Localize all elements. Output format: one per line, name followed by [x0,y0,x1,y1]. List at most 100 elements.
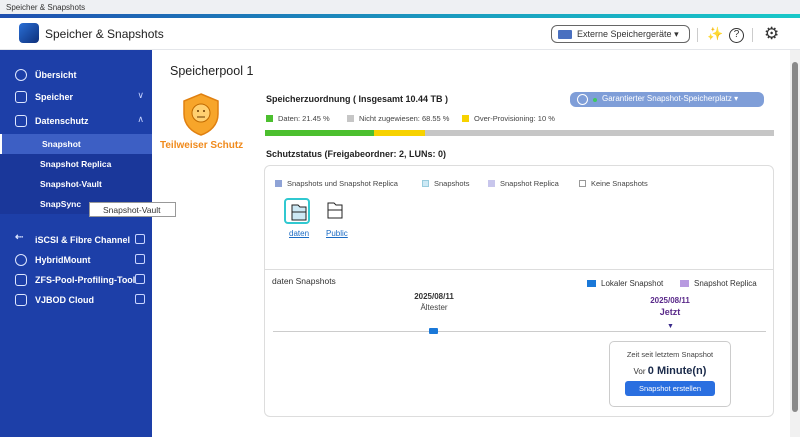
scrollbar-thumb[interactable] [792,62,798,412]
legend-unallocated: Nicht zugewiesen: 68.55 % [347,114,449,123]
legend-data: Daten: 21.45 % [266,114,330,123]
folder-link-daten[interactable]: daten [289,229,309,238]
sidebar: Übersicht Speicher ∨ Datenschutz ∧ Snapsho… [0,50,152,437]
scrollbar[interactable] [790,50,800,437]
allocation-bar [265,130,774,136]
popup-value: 0 Minute(n) [647,365,707,377]
sidebar-item-data-protection[interactable]: Datenschutz ∧ [0,111,152,131]
nav-label: VJBOD Cloud [35,295,95,305]
nav-label: Übersicht [35,70,77,80]
tooltip: Snapshot-Vault [89,202,176,217]
legend-label: Lokaler Snapshot [601,279,664,288]
legend-replica: Snapshot Replica [488,179,559,188]
sidebar-item-zfs-profiling[interactable]: ZFS-Pool-Profiling-Tool [0,270,152,290]
gear-icon[interactable]: ⚙ [764,24,779,44]
external-link-icon[interactable] [135,274,145,284]
nav-label: Datenschutz [35,116,89,126]
sidebar-subitem-snapshot-replica[interactable]: Snapshot Replica [0,154,152,174]
legend-snapshot-replica: Snapshot Replica [680,279,757,288]
oldest-label: Ältester [420,303,448,312]
folder-link-public[interactable]: Public [326,229,348,238]
cloud-icon [15,254,27,266]
window-titlebar: Speicher & Snapshots [0,0,800,14]
folder-icon [291,204,307,221]
now-marker: ▼ [667,323,674,330]
nav-label: HybridMount [35,255,91,265]
drive-icon [558,30,572,39]
bar-segment-overprovisioning [374,130,426,136]
now-label: Jetzt [659,307,681,317]
external-link-icon[interactable] [135,254,145,264]
last-snapshot-popup: Zeit seit letztem Snapshot Vor 0 Minute(… [609,341,731,407]
external-link-icon[interactable] [135,294,145,304]
status-dot [593,98,597,102]
sidebar-item-vjbod-cloud[interactable]: VJBOD Cloud [0,290,152,310]
sidebar-item-storage[interactable]: Speicher ∨ [0,87,152,107]
external-devices-dropdown[interactable]: Externe Speichergeräte ▾ [551,25,690,43]
app-icon [19,23,39,43]
legend-label: Keine Snapshots [591,179,648,188]
nav-label: Speicher [35,92,74,102]
nav-label: iSCSI & Fibre Channel [35,235,131,245]
folder-daten[interactable] [284,198,310,224]
wand-icon[interactable]: ✨ [707,26,723,42]
sidebar-item-hybridmount[interactable]: HybridMount [0,250,152,270]
database-icon [577,94,588,105]
plug-icon: ⇠ [15,232,24,243]
legend-overprovisioning: Over-Provisioning: 10 % [462,114,555,123]
tool-icon [15,274,27,286]
snapshot-marker[interactable] [429,328,438,334]
legend-label: Snapshot Replica [694,279,757,288]
help-icon[interactable]: ? [729,28,744,43]
snapshot-timeline [273,331,766,332]
camera-icon [15,115,27,127]
page-title: Speicherpool 1 [170,64,254,78]
legend-local-snapshot: Lokaler Snapshot [587,279,663,288]
sidebar-subitem-snapshot[interactable]: Snapshot [0,134,152,154]
database-icon [15,91,27,103]
sidebar-subitem-snapshot-vault[interactable]: Snapshot-Vault [0,174,152,194]
cloud-storage-icon [15,294,27,306]
sidebar-item-overview[interactable]: Übersicht [0,65,152,85]
legend-both: Snapshots und Snapshot Replica [275,179,398,188]
legend-snapshots: Snapshots [422,179,469,188]
snapshots-title: daten Snapshots [272,276,336,286]
shield-icon [183,93,219,136]
allocation-title: Speicherzuordnung ( Insgesamt 10.44 TB ) [266,94,449,104]
chevron-down-icon: ▾ [674,29,679,39]
legend-label: Nicht zugewiesen: 68.55 % [359,114,450,123]
protection-status-title: Schutzstatus (Freigabeordner: 2, LUNs: 0… [266,149,447,159]
legend-none: Keine Snapshots [579,179,648,188]
legend-label: Daten: 21.45 % [278,114,330,123]
app-header: Speicher & Snapshots Externe Speicherger… [0,18,800,50]
gauge-icon [15,69,27,81]
nav-label: ZFS-Pool-Profiling-Tool [35,275,136,285]
chevron-down-icon: ∨ [137,90,144,100]
protection-status: Teilweiser Schutz [160,140,244,151]
legend-label: Snapshots [434,179,470,188]
external-link-icon[interactable] [135,234,145,244]
popup-title: Zeit seit letztem Snapshot [626,350,714,359]
popup-prefix: Vor [633,367,646,376]
bar-segment-data [265,130,375,136]
external-devices-label: Externe Speichergeräte [577,29,672,39]
legend-label: Snapshots und Snapshot Replica [287,179,398,188]
app-title: Speicher & Snapshots [45,27,164,41]
popup-time: Vor 0 Minute(n) [610,365,730,377]
divider [265,269,773,270]
legend-label: Over-Provisioning: 10 % [474,114,555,123]
button-label: Garantierter Snapshot-Speicherplatz [602,94,732,103]
oldest-date: 2025/08/11 [414,292,454,301]
chevron-up-icon: ∧ [137,114,144,124]
guaranteed-snapshot-space-button[interactable]: Garantierter Snapshot-Speicherplatz ▾ [570,92,764,107]
create-snapshot-button[interactable]: Snapshot erstellen [625,381,715,396]
divider [697,28,698,42]
sidebar-item-iscsi[interactable]: ⇠ iSCSI & Fibre Channel [0,230,152,250]
camera-icon [680,280,689,287]
legend-label: Snapshot Replica [500,179,559,188]
divider [752,28,753,42]
folder-icon [327,202,343,219]
camera-icon [587,280,596,287]
now-date: 2025/08/11 [650,296,690,305]
folder-public[interactable] [322,198,348,224]
